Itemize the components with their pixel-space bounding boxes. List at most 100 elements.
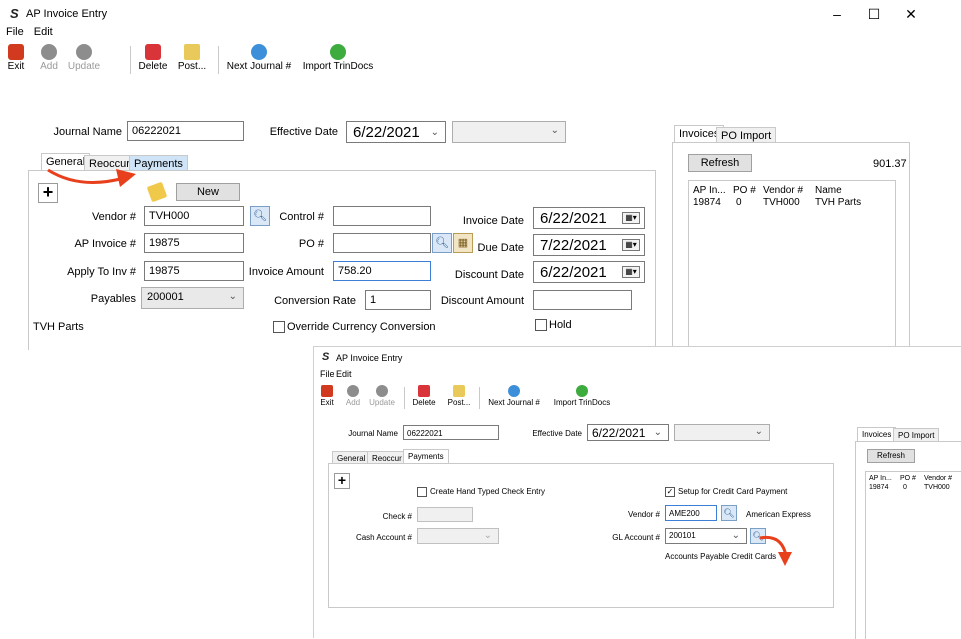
journal-name-label: Journal Name bbox=[53, 126, 122, 138]
titlebar: S AP Invoice Entry – ☐ ✕ bbox=[0, 0, 931, 26]
grid-cell-po[interactable]: 0 bbox=[736, 197, 742, 208]
vendor-input[interactable]: AME200 bbox=[665, 505, 717, 521]
check-number-label: Check # bbox=[382, 512, 412, 521]
add-button[interactable]: Add bbox=[34, 42, 64, 72]
update-button[interactable]: Update bbox=[366, 383, 398, 407]
update-label: Update bbox=[369, 398, 395, 407]
calendar-icon[interactable]: ▦▾ bbox=[622, 212, 640, 224]
grid-header-name[interactable]: Name bbox=[815, 185, 842, 196]
post-icon bbox=[184, 44, 200, 60]
delete-label: Delete bbox=[138, 61, 168, 72]
tab-payments[interactable]: Payments bbox=[403, 449, 449, 463]
effective-date-picker[interactable]: 6/22/2021 ⌄ bbox=[587, 424, 669, 441]
effective-date-picker[interactable]: 6/22/2021 ⌄ bbox=[346, 121, 446, 143]
check-number-input[interactable] bbox=[417, 507, 473, 522]
cash-account-label: Cash Account # bbox=[355, 533, 412, 542]
add-button[interactable]: Add bbox=[342, 383, 364, 407]
cash-account-select[interactable]: ⌄ bbox=[417, 528, 499, 544]
calendar-icon[interactable]: ▦▾ bbox=[622, 239, 640, 251]
journal-name-input[interactable]: 06222021 bbox=[127, 121, 244, 141]
update-label: Update bbox=[67, 61, 101, 72]
post-label: Post... bbox=[447, 398, 471, 407]
payables-select[interactable]: 200001 ⌄ bbox=[141, 287, 244, 309]
effective-secondary-combo[interactable]: ⌄ bbox=[674, 424, 770, 441]
exit-button[interactable]: Exit bbox=[318, 383, 336, 407]
delete-button[interactable]: Delete bbox=[136, 42, 170, 72]
vendor-search-icon[interactable]: 🔍︎ bbox=[721, 505, 737, 521]
grid-cell-po[interactable]: 0 bbox=[903, 484, 907, 491]
menu-file[interactable]: File bbox=[320, 369, 335, 379]
apply-to-inv-label: Apply To Inv # bbox=[67, 266, 136, 278]
control-input[interactable] bbox=[333, 206, 431, 226]
override-currency-checkbox[interactable] bbox=[273, 321, 285, 333]
chevron-down-icon: ⌄ bbox=[754, 426, 763, 437]
next-journal-button[interactable]: Next Journal # bbox=[484, 383, 544, 407]
ap-invoice-input[interactable]: 19875 bbox=[144, 233, 244, 253]
vendor-input[interactable]: TVH000 bbox=[144, 206, 244, 226]
new-button[interactable]: New bbox=[176, 183, 240, 201]
tab-po-import[interactable]: PO Import bbox=[893, 428, 940, 442]
effective-date-label: Effective Date bbox=[532, 429, 582, 438]
exit-icon bbox=[8, 44, 24, 60]
chevron-down-icon: ⌄ bbox=[550, 125, 559, 136]
add-row-icon[interactable]: + bbox=[334, 473, 350, 489]
post-button[interactable]: Post... bbox=[172, 42, 212, 72]
refresh-button[interactable]: Refresh bbox=[867, 449, 915, 463]
grid-cell-ap-invoice[interactable]: 19874 bbox=[693, 197, 721, 208]
due-date-value: 7/22/2021 bbox=[540, 237, 607, 254]
refresh-button[interactable]: Refresh bbox=[688, 154, 752, 172]
minimize-icon[interactable]: – bbox=[822, 4, 852, 24]
effective-date-value: 6/22/2021 bbox=[353, 124, 420, 141]
grid-header-ap-invoice[interactable]: AP In... bbox=[869, 475, 892, 482]
front-window: S AP Invoice Entry File Edit Exit Add Up… bbox=[313, 346, 961, 639]
exit-button[interactable]: Exit bbox=[4, 42, 28, 72]
invoice-date-picker[interactable]: 6/22/2021 ▦▾ bbox=[533, 207, 645, 229]
grid-header-po[interactable]: PO # bbox=[900, 475, 916, 482]
hand-typed-check-checkbox[interactable] bbox=[417, 487, 427, 497]
discount-date-label: Discount Date bbox=[454, 269, 524, 281]
grid-cell-name[interactable]: TVH Parts bbox=[815, 197, 861, 208]
grid-header-vendor[interactable]: Vendor # bbox=[924, 475, 960, 482]
grid-header-ap-invoice[interactable]: AP In... bbox=[693, 185, 726, 196]
discount-amount-input[interactable] bbox=[533, 290, 632, 310]
grid-cell-ap-invoice[interactable]: 19874 bbox=[869, 484, 888, 491]
calendar-icon[interactable]: ▦▾ bbox=[622, 266, 640, 278]
window-title: AP Invoice Entry bbox=[336, 353, 403, 363]
effective-secondary-combo[interactable]: ⌄ bbox=[452, 121, 566, 143]
delete-button[interactable]: Delete bbox=[410, 383, 438, 407]
next-icon bbox=[508, 385, 520, 397]
conversion-rate-input[interactable]: 1 bbox=[365, 290, 431, 310]
toolbar: Exit Add Update Delete Post... Next Jour… bbox=[314, 383, 654, 413]
maximize-icon[interactable]: ☐ bbox=[859, 4, 889, 24]
payables-label: Payables bbox=[90, 293, 136, 305]
invoice-amount-label: Invoice Amount bbox=[248, 266, 324, 278]
hold-checkbox[interactable] bbox=[535, 319, 547, 331]
app-logo-icon: S bbox=[322, 351, 330, 363]
menu-edit[interactable]: Edit bbox=[34, 26, 53, 38]
update-button[interactable]: Update bbox=[64, 42, 104, 72]
due-date-picker[interactable]: 7/22/2021 ▦▾ bbox=[533, 234, 645, 256]
grid-cell-vendor[interactable]: TVH000 bbox=[763, 197, 800, 208]
discount-date-picker[interactable]: 6/22/2021 ▦▾ bbox=[533, 261, 645, 283]
grid-header-vendor[interactable]: Vendor # bbox=[763, 185, 803, 196]
post-button[interactable]: Post... bbox=[444, 383, 474, 407]
next-journal-button[interactable]: Next Journal # bbox=[224, 42, 294, 72]
import-trindocs-button[interactable]: Import TrinDocs bbox=[298, 42, 378, 72]
apply-to-inv-input[interactable]: 19875 bbox=[144, 261, 244, 281]
delete-icon bbox=[418, 385, 430, 397]
journal-name-input[interactable]: 06222021 bbox=[403, 425, 499, 440]
window-title: AP Invoice Entry bbox=[26, 8, 108, 20]
tab-invoices[interactable]: Invoices bbox=[857, 427, 897, 441]
credit-card-payment-checkbox[interactable]: ✓ bbox=[665, 487, 675, 497]
next-journal-label: Next Journal # bbox=[488, 398, 540, 407]
menu-file[interactable]: File bbox=[6, 26, 24, 38]
grid-cell-vendor[interactable]: TVH000 bbox=[924, 484, 950, 491]
menu-edit[interactable]: Edit bbox=[336, 369, 352, 379]
gl-account-select[interactable]: 200101 ⌄ bbox=[665, 528, 747, 544]
close-icon[interactable]: ✕ bbox=[896, 4, 926, 24]
invoice-amount-input[interactable]: 758.20 bbox=[333, 261, 431, 281]
import-trindocs-button[interactable]: Import TrinDocs bbox=[550, 383, 614, 407]
po-input[interactable] bbox=[333, 233, 431, 253]
chevron-down-icon: ⌄ bbox=[731, 530, 740, 541]
grid-header-po[interactable]: PO # bbox=[733, 185, 756, 196]
